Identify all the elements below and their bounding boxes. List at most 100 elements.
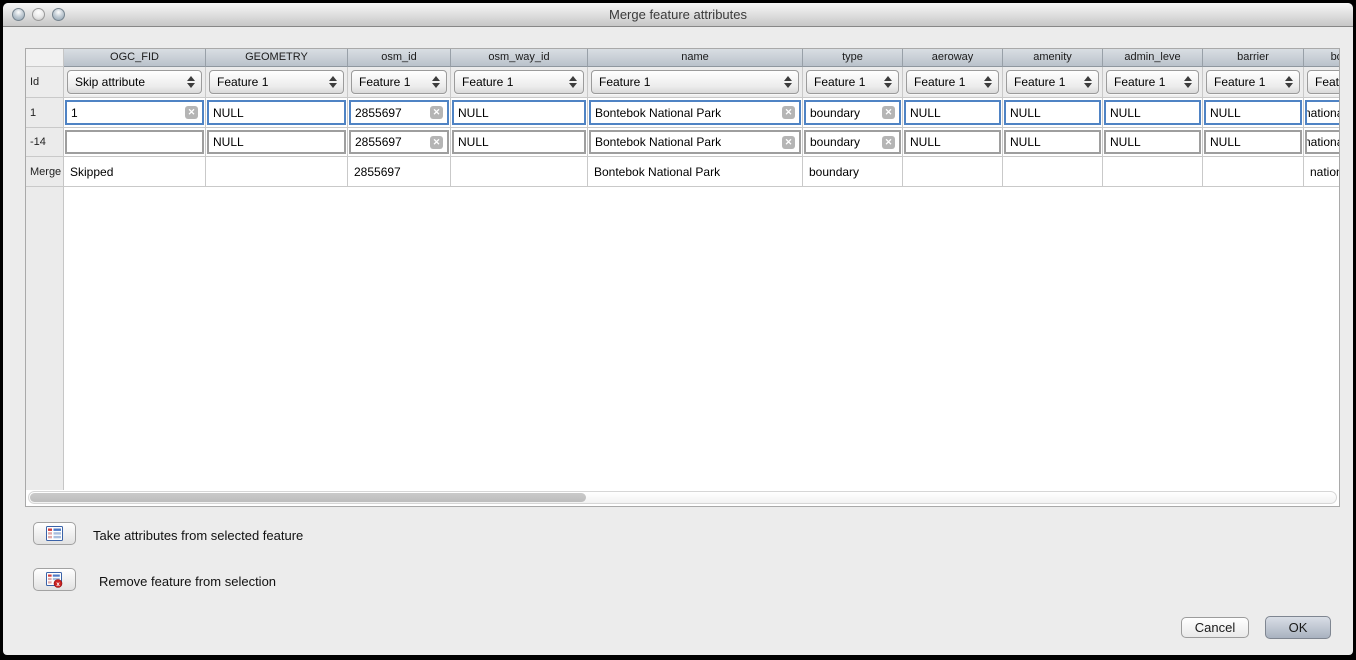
feature1-value-field[interactable]: 1 bbox=[65, 100, 204, 125]
combobox-stepper-icon[interactable] bbox=[783, 75, 793, 89]
column-header[interactable]: barrier bbox=[1203, 49, 1304, 67]
clear-field-icon[interactable] bbox=[782, 136, 795, 149]
feature2-cell: NULL bbox=[206, 128, 348, 157]
merge-policy-cell: Feature 1 bbox=[1003, 67, 1103, 98]
column-header[interactable]: osm_way_id bbox=[451, 49, 588, 67]
merge-policy-combobox[interactable]: Feature 1 bbox=[1006, 70, 1099, 94]
merge-policy-cell: Feature 1 bbox=[348, 67, 451, 98]
cell-value: Bontebok National Park bbox=[595, 106, 782, 120]
feature2-value-field[interactable]: 2855697 bbox=[349, 130, 449, 154]
combobox-stepper-icon[interactable] bbox=[186, 75, 196, 89]
column-header[interactable]: amenity bbox=[1003, 49, 1103, 67]
feature1-value-field[interactable]: NULL bbox=[1004, 100, 1101, 125]
feature2-value-field[interactable]: Bontebok National Park bbox=[589, 130, 801, 154]
feature2-value-field[interactable]: NULL bbox=[452, 130, 586, 154]
feature2-cell: national_park bbox=[1304, 128, 1339, 157]
merge-policy-cell: Feature 1 bbox=[903, 67, 1003, 98]
combobox-value: Feature 1 bbox=[217, 75, 268, 89]
cell-value: NULL bbox=[910, 106, 995, 120]
merge-policy-combobox[interactable]: Feature 1 bbox=[591, 70, 799, 94]
feature2-value-field[interactable]: NULL bbox=[1204, 130, 1302, 154]
feature2-value-field[interactable]: national_park bbox=[1305, 130, 1339, 154]
feature2-value-field[interactable]: NULL bbox=[1104, 130, 1201, 154]
feature1-cell: Bontebok National Park bbox=[588, 98, 803, 128]
column-GEOMETRY: GEOMETRY Feature 1 NULL NULL bbox=[206, 49, 348, 187]
column-OGC_FID: OGC_FIDSkip attribute1Skipped bbox=[64, 49, 206, 187]
column-header[interactable]: admin_leve bbox=[1103, 49, 1203, 67]
merge-policy-combobox[interactable]: Feature 1 bbox=[1307, 70, 1339, 94]
feature1-value-field[interactable]: NULL bbox=[1104, 100, 1201, 125]
column-header[interactable]: osm_id bbox=[348, 49, 451, 67]
merge-result-cell: national_park bbox=[1304, 157, 1339, 187]
clear-field-icon[interactable] bbox=[185, 106, 198, 119]
combobox-stepper-icon[interactable] bbox=[1284, 75, 1294, 89]
cell-value: NULL bbox=[910, 135, 995, 149]
scrollbar-thumb[interactable] bbox=[30, 493, 586, 502]
clear-field-icon[interactable] bbox=[430, 136, 443, 149]
merge-policy-combobox[interactable]: Feature 1 bbox=[906, 70, 999, 94]
column-header[interactable]: name bbox=[588, 49, 803, 67]
combobox-stepper-icon[interactable] bbox=[883, 75, 893, 89]
feature2-value-field[interactable]: NULL bbox=[1004, 130, 1101, 154]
feature1-value-field[interactable]: 2855697 bbox=[349, 100, 449, 125]
column-header[interactable]: boundary bbox=[1304, 49, 1339, 67]
merge-policy-combobox[interactable]: Feature 1 bbox=[351, 70, 447, 94]
combobox-stepper-icon[interactable] bbox=[568, 75, 578, 89]
column-boundary: boundary Feature 1 national_park national_p… bbox=[1304, 49, 1339, 187]
feature2-value-field[interactable]: NULL bbox=[207, 130, 346, 154]
feature1-value-field[interactable]: boundary bbox=[804, 100, 901, 125]
feature2-value-field[interactable] bbox=[65, 130, 204, 154]
cell-value: NULL bbox=[458, 135, 580, 149]
clear-field-icon[interactable] bbox=[782, 106, 795, 119]
merge-policy-combobox[interactable]: Feature 1 bbox=[1206, 70, 1300, 94]
feature1-cell: NULL bbox=[1003, 98, 1103, 128]
column-osm_way_id: osm_way_id Feature 1 NULL NULL bbox=[451, 49, 588, 187]
clear-field-icon[interactable] bbox=[430, 106, 443, 119]
feature2-cell: Bontebok National Park bbox=[588, 128, 803, 157]
feature1-value-field[interactable]: NULL bbox=[1204, 100, 1302, 125]
column-header[interactable]: aeroway bbox=[903, 49, 1003, 67]
merge-policy-combobox[interactable]: Feature 1 bbox=[454, 70, 584, 94]
merge-result-cell bbox=[206, 157, 348, 187]
title-bar[interactable]: Merge feature attributes bbox=[3, 3, 1353, 27]
merge-policy-cell: Feature 1 bbox=[1203, 67, 1304, 98]
combobox-value: Feature 1 bbox=[359, 75, 410, 89]
row-header-feature2[interactable]: -14 bbox=[26, 128, 64, 157]
combobox-stepper-icon[interactable] bbox=[1183, 75, 1193, 89]
feature2-cell: NULL bbox=[903, 128, 1003, 157]
feature1-value-field[interactable]: national_park bbox=[1305, 100, 1339, 125]
merge-policy-combobox[interactable]: Feature 1 bbox=[806, 70, 899, 94]
take-attributes-button[interactable] bbox=[33, 522, 76, 545]
merge-policy-cell: Feature 1 bbox=[206, 67, 348, 98]
feature1-value-field[interactable]: Bontebok National Park bbox=[589, 100, 801, 125]
combobox-value: Feature 1 bbox=[1014, 75, 1065, 89]
combobox-stepper-icon[interactable] bbox=[431, 75, 441, 89]
column-header[interactable]: GEOMETRY bbox=[206, 49, 348, 67]
merge-result-cell bbox=[451, 157, 588, 187]
row-header-feature1[interactable]: 1 bbox=[26, 98, 64, 128]
cancel-button[interactable]: Cancel bbox=[1181, 617, 1249, 638]
feature1-value-field[interactable]: NULL bbox=[207, 100, 346, 125]
feature2-value-field[interactable]: NULL bbox=[904, 130, 1001, 154]
merge-policy-combobox[interactable]: Feature 1 bbox=[1106, 70, 1199, 94]
merge-policy-combobox[interactable]: Feature 1 bbox=[209, 70, 344, 94]
feature1-value-field[interactable]: NULL bbox=[452, 100, 586, 125]
merge-feature-attributes-dialog: Merge feature attributes Id 1 -14 Merge … bbox=[3, 3, 1353, 655]
clear-field-icon[interactable] bbox=[882, 106, 895, 119]
feature1-value-field[interactable]: NULL bbox=[904, 100, 1001, 125]
column-header[interactable]: type bbox=[803, 49, 903, 67]
feature1-cell: boundary bbox=[803, 98, 903, 128]
column-header[interactable]: OGC_FID bbox=[64, 49, 206, 67]
feature2-value-field[interactable]: boundary bbox=[804, 130, 901, 154]
cell-value: 2855697 bbox=[355, 106, 430, 120]
remove-feature-button[interactable]: x bbox=[33, 568, 76, 591]
corner-cell bbox=[26, 49, 64, 67]
horizontal-scrollbar[interactable] bbox=[28, 491, 1337, 504]
merge-policy-cell: Feature 1 bbox=[588, 67, 803, 98]
ok-button[interactable]: OK bbox=[1265, 616, 1331, 639]
combobox-stepper-icon[interactable] bbox=[1083, 75, 1093, 89]
combobox-stepper-icon[interactable] bbox=[983, 75, 993, 89]
merge-policy-combobox[interactable]: Skip attribute bbox=[67, 70, 202, 94]
combobox-stepper-icon[interactable] bbox=[328, 75, 338, 89]
clear-field-icon[interactable] bbox=[882, 136, 895, 149]
